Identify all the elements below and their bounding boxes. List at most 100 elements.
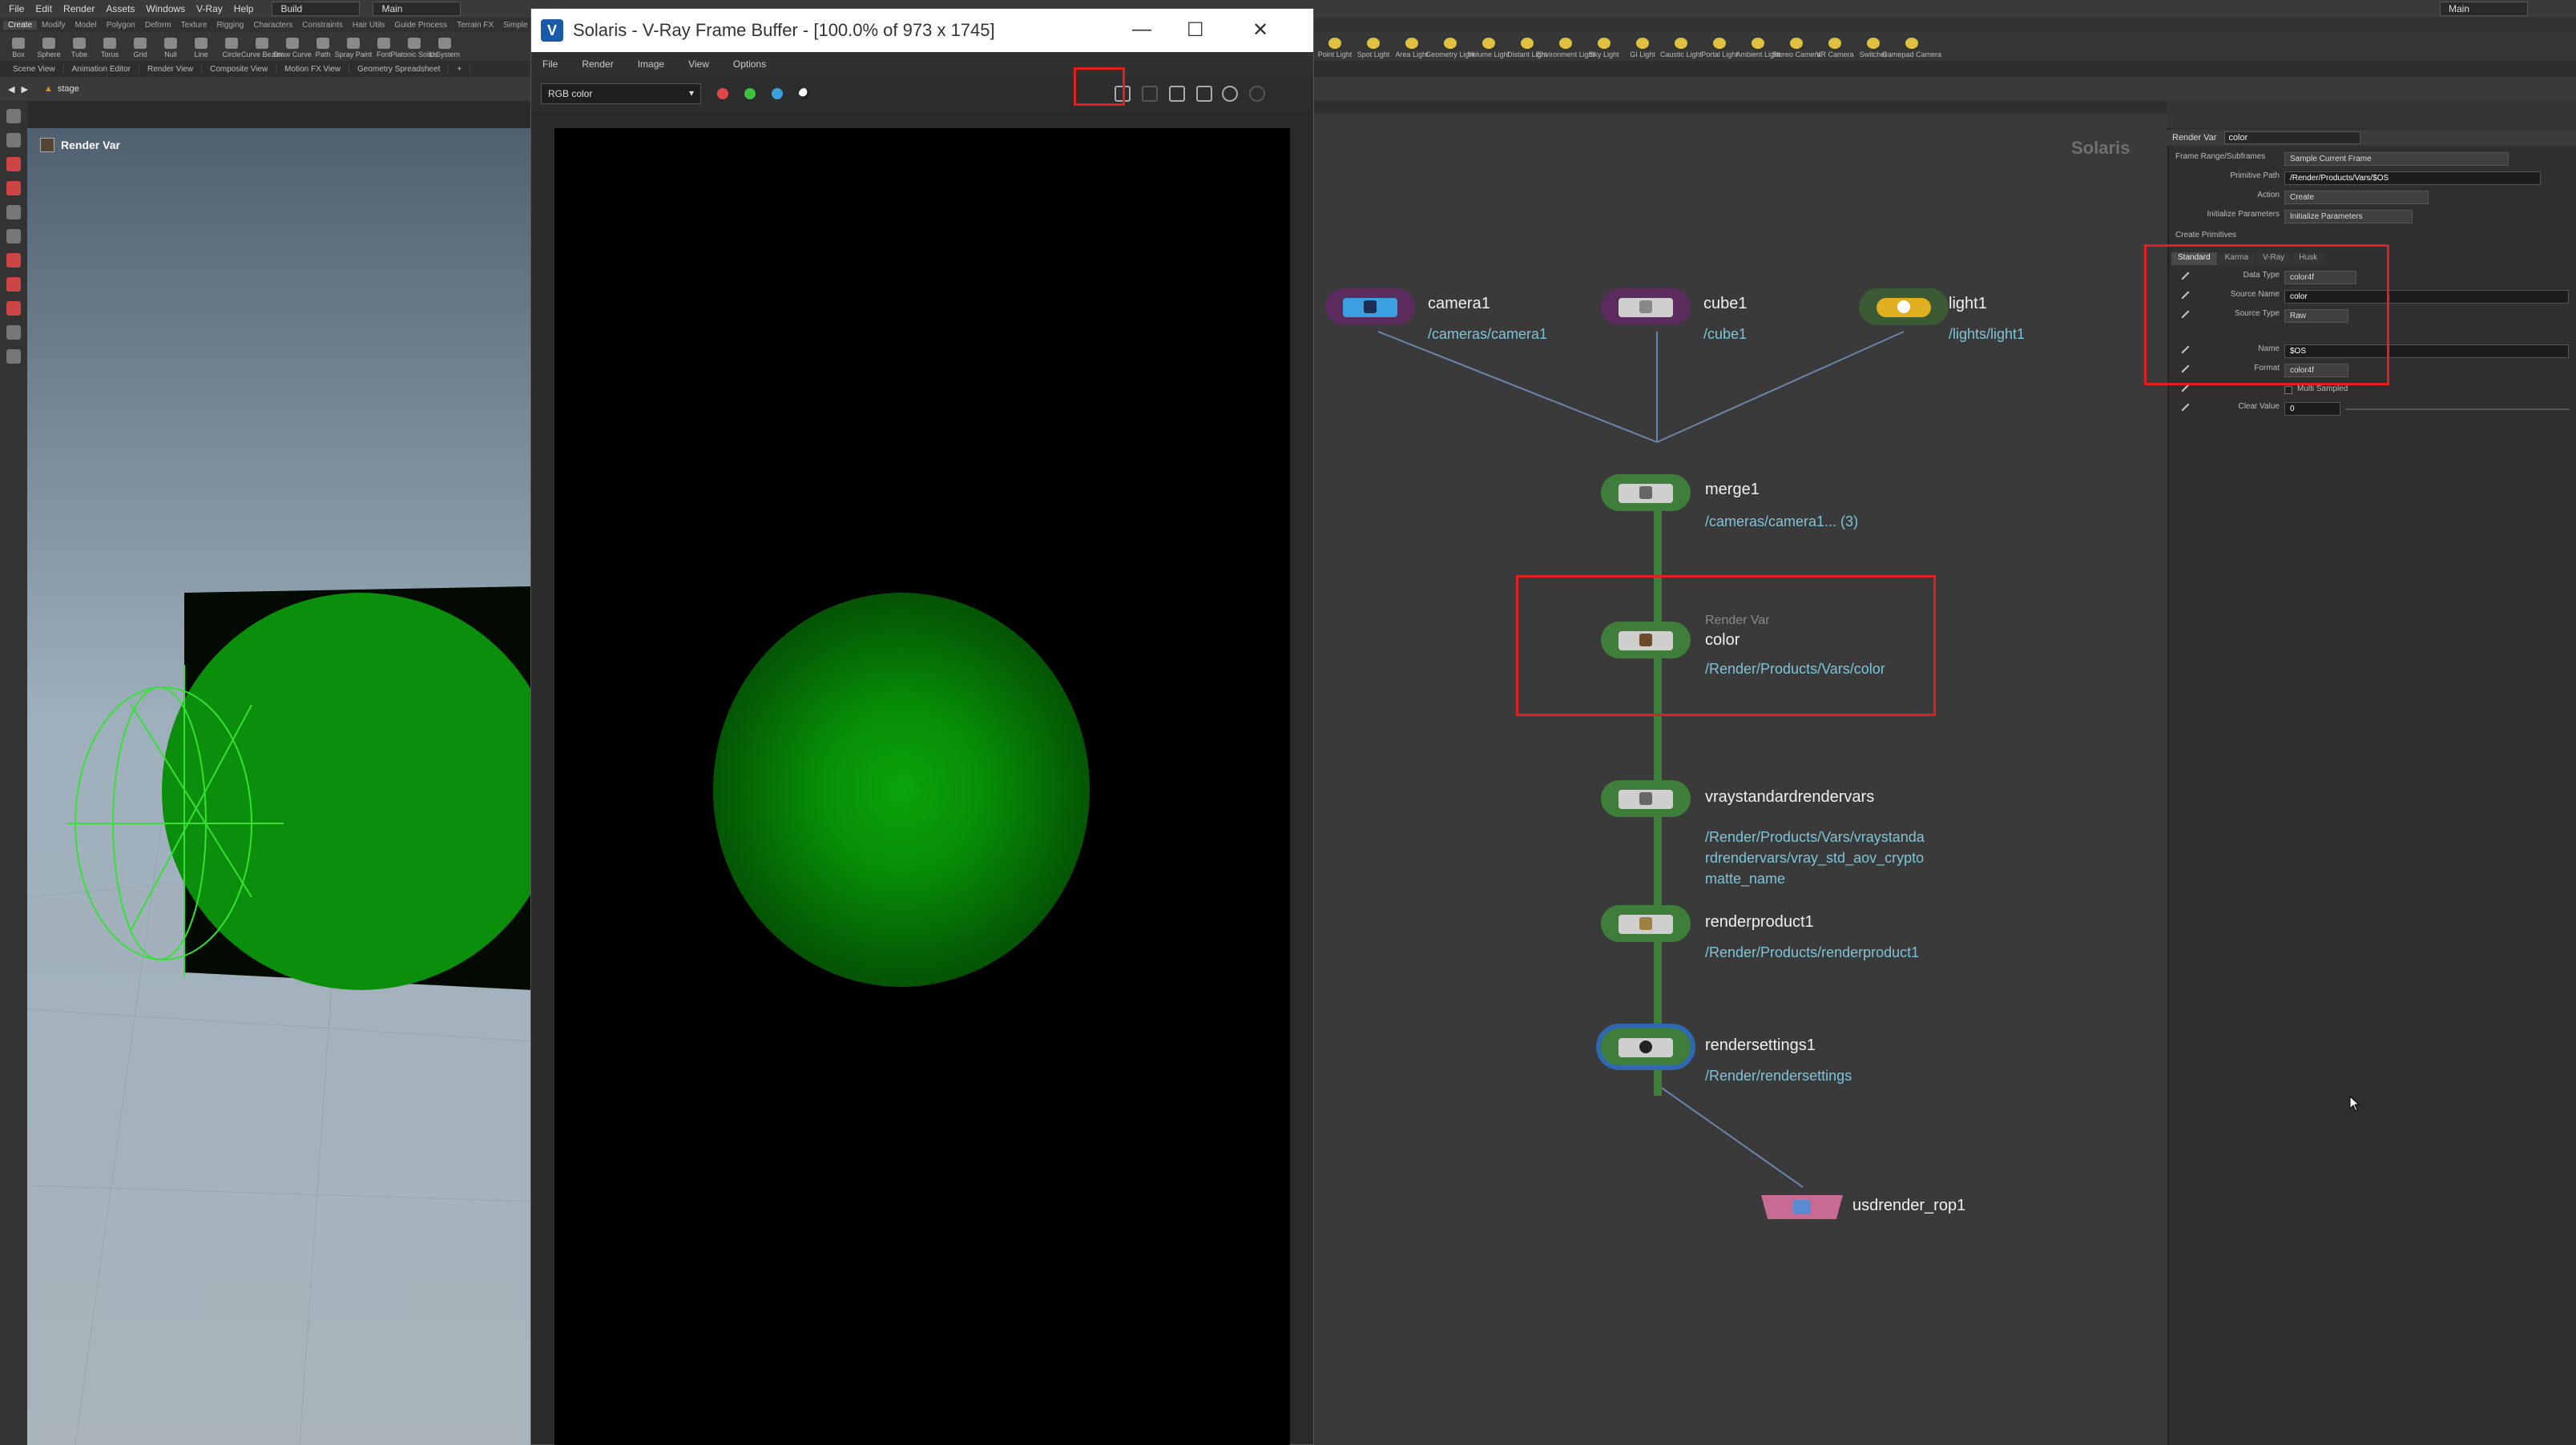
- shelf-light-tool[interactable]: Geometry Light: [1425, 38, 1475, 58]
- alpha-channel-icon[interactable]: [799, 88, 810, 99]
- tab-scene-view[interactable]: Scene View: [5, 64, 64, 74]
- shelf-tool[interactable]: Draw Curve: [273, 38, 312, 58]
- shelf-tool[interactable]: Spray Paint: [335, 38, 372, 58]
- desktop-build-select[interactable]: Build: [272, 2, 361, 16]
- move-tool-icon[interactable]: [6, 133, 21, 147]
- maximize-icon[interactable]: ☐: [1187, 18, 1204, 42]
- menu-vray[interactable]: V-Ray: [191, 3, 228, 14]
- shelf-tab[interactable]: Texture: [176, 21, 212, 30]
- add-tab-icon[interactable]: +: [449, 64, 471, 74]
- clear-image-icon[interactable]: [1142, 86, 1158, 102]
- handle-tool-icon[interactable]: [6, 205, 21, 219]
- menu-file[interactable]: File: [3, 3, 30, 14]
- shelf-tab[interactable]: Terrain FX: [452, 21, 498, 30]
- param-create-primitives[interactable]: Create Primitives: [2175, 231, 2236, 239]
- rotate-tool-icon[interactable]: [6, 157, 21, 171]
- shelf-light-tool[interactable]: VR Camera: [1816, 38, 1854, 58]
- shelf-tool-label: VR Camera: [1816, 50, 1854, 58]
- track-mouse-icon[interactable]: [1196, 86, 1212, 102]
- menu-assets[interactable]: Assets: [100, 3, 140, 14]
- menu-windows[interactable]: Windows: [140, 3, 191, 14]
- tab-motion-fx-view[interactable]: Motion FX View: [276, 64, 350, 74]
- minimize-icon[interactable]: —: [1132, 18, 1151, 41]
- close-icon[interactable]: ✕: [1252, 18, 1268, 42]
- scene-viewport[interactable]: [27, 128, 532, 1445]
- shelf-tab[interactable]: Characters: [248, 21, 297, 30]
- shelf-tab[interactable]: Rigging: [212, 21, 248, 30]
- menu-help[interactable]: Help: [228, 3, 260, 14]
- shelf-tool[interactable]: Sphere: [34, 38, 64, 58]
- node-vraystandardrendervars-path-3: matte_name: [1705, 871, 1786, 887]
- param-primitive-path-input[interactable]: /Render/Products/Vars/$OS: [2284, 171, 2541, 185]
- shelf-light-tool[interactable]: Spot Light: [1354, 38, 1393, 58]
- back-arrow-icon[interactable]: ◀: [8, 84, 14, 95]
- shelf-tool[interactable]: Platonic Solids: [390, 38, 438, 58]
- shelf-light-tool[interactable]: Volume Light: [1468, 38, 1510, 58]
- green-channel-icon[interactable]: [744, 88, 756, 99]
- vfb-menu-image[interactable]: Image: [638, 58, 664, 70]
- shelf-tool[interactable]: Box: [3, 38, 34, 58]
- shelf-tool[interactable]: Tube: [64, 38, 95, 58]
- shelf-light-tool[interactable]: Caustic Light: [1660, 38, 1702, 58]
- stop-render-icon[interactable]: [1249, 86, 1265, 102]
- param-clear-value-slider[interactable]: [2345, 409, 2570, 410]
- menu-edit[interactable]: Edit: [30, 3, 58, 14]
- blue-channel-icon[interactable]: [772, 88, 783, 99]
- select-tool-icon[interactable]: [6, 109, 21, 123]
- shelf-light-tool[interactable]: Gamepad Camera: [1882, 38, 1941, 58]
- forward-arrow-icon[interactable]: ▶: [21, 84, 27, 95]
- tab-render-view[interactable]: Render View: [139, 64, 203, 74]
- shelf-tab[interactable]: Model: [70, 21, 101, 30]
- desktop-main-select[interactable]: Main: [373, 2, 462, 16]
- param-node-name-input[interactable]: [2224, 131, 2361, 144]
- path-stage[interactable]: stage: [58, 84, 79, 94]
- snap-tool-icon[interactable]: [6, 325, 21, 340]
- shelf-tab[interactable]: Guide Process: [389, 21, 452, 30]
- shelf-tool[interactable]: Grid: [125, 38, 155, 58]
- param-clear-value-input[interactable]: 0: [2284, 402, 2340, 416]
- shelf-light-tool[interactable]: Environment Light: [1537, 38, 1594, 58]
- shelf-tool[interactable]: Torus: [95, 38, 125, 58]
- vfb-menu-options[interactable]: Options: [733, 58, 766, 70]
- shelf-tool-label: Tube: [71, 50, 88, 58]
- tab-animation-editor[interactable]: Animation Editor: [64, 64, 140, 74]
- shelf-light-tool[interactable]: GI Light: [1623, 38, 1662, 58]
- shelf-tool[interactable]: Line: [186, 38, 216, 58]
- shelf-tab[interactable]: Deform: [140, 21, 176, 30]
- shelf-tool[interactable]: Null: [155, 38, 186, 58]
- shelf-tool[interactable]: Path: [308, 38, 338, 58]
- vfb-menu-view[interactable]: View: [688, 58, 709, 70]
- light-tool-icon[interactable]: [6, 253, 21, 268]
- shelf-tab[interactable]: Polygon: [102, 21, 140, 30]
- shelf-tab[interactable]: Hair Utils: [348, 21, 390, 30]
- scale-tool-icon[interactable]: [6, 181, 21, 195]
- channel-select[interactable]: RGB color ▾: [541, 83, 701, 104]
- shelf-light-tool[interactable]: Sky Light: [1585, 38, 1623, 58]
- shelf-light-tool[interactable]: Stereo Camera: [1772, 38, 1821, 58]
- camera-tool-icon[interactable]: [6, 277, 21, 292]
- light-tool-icon: [1752, 38, 1764, 49]
- param-init-select[interactable]: Initialize Parameters: [2284, 210, 2413, 223]
- magnet-tool-icon[interactable]: [6, 301, 21, 316]
- shelf-tab[interactable]: Create: [3, 20, 38, 30]
- param-action-select[interactable]: Create: [2284, 191, 2429, 204]
- node-light1-name: light1: [1949, 295, 1987, 312]
- tab-geometry-spreadsheet[interactable]: Geometry Spreadsheet: [349, 64, 449, 74]
- param-multi-sampled-checkbox[interactable]: [2284, 386, 2292, 394]
- region-render-icon[interactable]: [1169, 86, 1185, 102]
- shelf-tab[interactable]: Modify: [37, 21, 70, 30]
- vfb-menu-render[interactable]: Render: [582, 58, 613, 70]
- tab-composite-view[interactable]: Composite View: [202, 64, 277, 74]
- param-frame-range-select[interactable]: Sample Current Frame: [2284, 152, 2509, 166]
- view-tool-icon[interactable]: [6, 349, 21, 364]
- shelf-light-tool[interactable]: Point Light: [1316, 38, 1354, 58]
- red-channel-icon[interactable]: [717, 88, 728, 99]
- shelf-light-tool[interactable]: Portal Light: [1700, 38, 1739, 58]
- pose-tool-icon[interactable]: [6, 229, 21, 244]
- shelf-tool[interactable]: L-System: [429, 38, 460, 58]
- shelf-tab[interactable]: Constraints: [297, 21, 348, 30]
- vfb-menu-file[interactable]: File: [542, 58, 558, 70]
- render-settings-icon[interactable]: [1222, 86, 1238, 102]
- menu-render[interactable]: Render: [58, 3, 100, 14]
- desktop-right-select[interactable]: Main: [2440, 2, 2528, 16]
